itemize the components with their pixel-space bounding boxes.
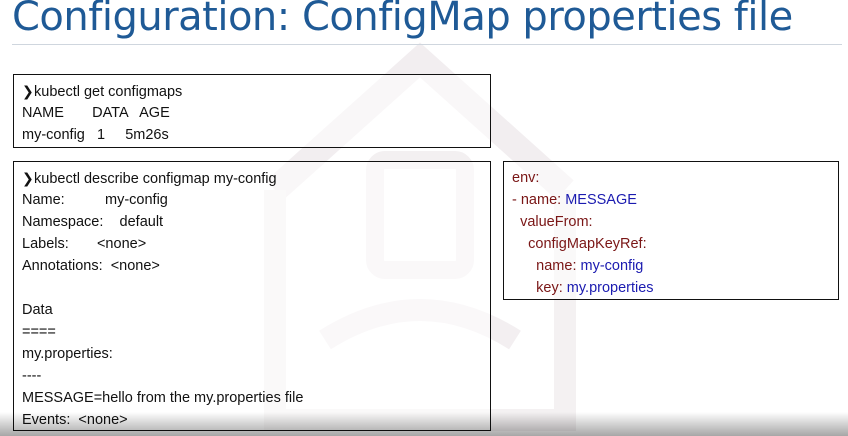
command-line: ❯kubectl get configmaps (22, 80, 490, 102)
command-line: ❯kubectl describe configmap my-config (22, 167, 490, 189)
field-value: default (119, 214, 164, 230)
yaml-line-ref-key: key: my.properties (512, 277, 838, 299)
command-text: kubectl describe configmap my-config (34, 171, 277, 187)
yaml-line-configmap-key-ref: configMapKeyRef: (512, 233, 838, 255)
field-label: Labels: (22, 236, 69, 252)
table-header: NAME DATA AGE (22, 102, 490, 124)
data-heading: Data (22, 302, 53, 318)
get-configmaps-output: ❯kubectl get configmaps NAME DATA AGE my… (13, 74, 491, 148)
title-divider (12, 44, 842, 45)
yaml-key: configMapKeyRef: (528, 236, 647, 252)
yaml-line-env: env: (512, 167, 838, 189)
cell-name: my-config (22, 127, 85, 143)
field-row-namespace: Namespace: default (22, 211, 490, 233)
yaml-key: name: (536, 258, 577, 274)
field-row-name: Name: my-config (22, 189, 490, 211)
yaml-value: my-config (580, 258, 644, 274)
field-label: Namespace: (22, 214, 104, 230)
data-key-name: my.properties: (22, 346, 113, 362)
field-value: <none> (110, 258, 160, 274)
yaml-line-ref-name: name: my-config (512, 255, 838, 277)
cell-age: 5m26s (125, 127, 169, 143)
events-value: <none> (78, 412, 128, 428)
column-header-data: DATA (92, 105, 128, 121)
field-label: Name: (22, 192, 65, 208)
yaml-key: key: (536, 280, 563, 296)
table-row: my-config 1 5m26s (22, 124, 490, 146)
slide-title: Configuration: ConfigMap properties file (12, 0, 793, 40)
field-row-annotations: Annotations: <none> (22, 255, 490, 277)
command-text: kubectl get configmaps (34, 84, 183, 100)
cell-data: 1 (96, 127, 106, 143)
column-header-name: NAME (22, 105, 64, 121)
describe-configmap-output: ❯kubectl describe configmap my-config Na… (13, 161, 491, 431)
yaml-value: my.properties (566, 280, 654, 296)
data-key-content: MESSAGE=hello from the my.properties fil… (22, 390, 304, 406)
yaml-env-snippet: env: - name: MESSAGE valueFrom: configMa… (503, 161, 839, 300)
column-header-age: AGE (139, 105, 170, 121)
yaml-key: - name: (512, 192, 562, 208)
field-value: <none> (96, 236, 147, 252)
events-row: Events: <none> (22, 409, 490, 431)
yaml-key: env: (512, 170, 540, 186)
yaml-value: MESSAGE (565, 192, 637, 208)
chevron-right-icon: ❯ (22, 170, 34, 186)
yaml-key: valueFrom: (520, 214, 593, 230)
field-label: Annotations: (22, 258, 103, 274)
events-label: Events: (22, 412, 71, 428)
chevron-right-icon: ❯ (22, 83, 34, 99)
data-underline: ==== (22, 324, 56, 340)
yaml-line-name: - name: MESSAGE (512, 189, 838, 211)
data-key-separator: ---- (22, 368, 42, 384)
yaml-line-value-from: valueFrom: (512, 211, 838, 233)
field-row-labels: Labels: <none> (22, 233, 490, 255)
field-value: my-config (105, 192, 168, 208)
